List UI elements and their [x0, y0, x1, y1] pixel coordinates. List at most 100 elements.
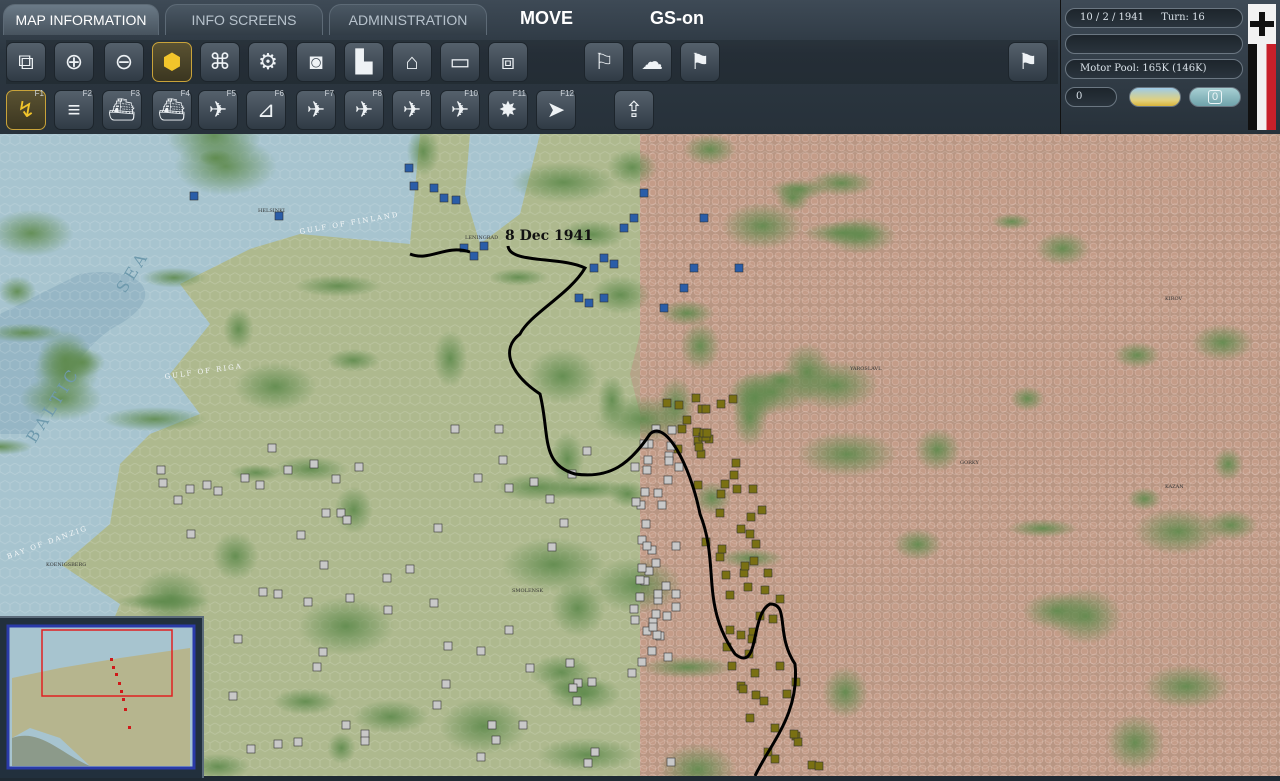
forest-patch [488, 268, 548, 286]
paradrop-button[interactable]: ✈ F9 [392, 89, 432, 130]
soviet-unit [738, 684, 748, 694]
finnish-unit [639, 188, 649, 198]
hex-grid-button[interactable]: ⬢ [152, 42, 192, 82]
air-transfer-icon: ✈ [450, 97, 470, 122]
german-unit [671, 589, 681, 599]
soviet-unit [775, 661, 785, 671]
air-transfer-button[interactable]: ✈ F10 [440, 89, 480, 130]
german-unit [258, 587, 268, 597]
move-mode-label: MOVE [520, 8, 574, 28]
naval-invasion-icon: ⛴ [158, 97, 186, 122]
hotkey-label: F3 [130, 89, 140, 98]
zoom-in-icon: ⊕ [64, 49, 84, 74]
air-recon-button[interactable]: ✈ F5 [198, 89, 238, 130]
naval-transport-icon: ⛴ [108, 97, 136, 122]
hotkey-label: F12 [560, 89, 574, 98]
upload-button[interactable]: ⇪ [614, 90, 654, 130]
unit-display-button[interactable]: ⌘ [200, 42, 240, 82]
city-label-kazan: KAZAN [1165, 484, 1184, 490]
soviet-unit [736, 630, 746, 640]
next-unit-button[interactable]: ➤ F12 [536, 89, 576, 130]
settings-gear-button[interactable]: ⚙ [248, 42, 288, 82]
german-unit [331, 474, 341, 484]
city-label-koenigsberg: KOENIGSBERG [46, 562, 86, 568]
zoom-in-button[interactable]: ⊕ [54, 42, 94, 82]
blank-box-button[interactable]: ▭ [440, 42, 480, 82]
soviet-unit [760, 585, 770, 595]
ground-attack-button[interactable]: ✈ F8 [344, 89, 384, 130]
turn-text: Turn: 16 [1161, 12, 1205, 23]
factory-button[interactable]: ⌂ [392, 42, 432, 82]
forest-patch [893, 528, 943, 561]
soviet-unit [727, 661, 737, 671]
german-unit [653, 589, 663, 599]
bomb-button[interactable]: ✸ F11 [488, 89, 528, 130]
ground-move-button[interactable]: ↯ F1 [6, 89, 46, 130]
forest-patch [352, 700, 429, 734]
hotkey-label: F11 [512, 89, 526, 98]
surrender-flags-icon: ⚑ [1018, 49, 1038, 74]
city-label-gorky: GORKY [960, 460, 979, 466]
soviet-unit [702, 428, 712, 438]
hotkey-label: F2 [82, 89, 92, 98]
rail-move-icon: ≡ [67, 97, 81, 122]
forest-patch [527, 348, 599, 405]
forest-patch [294, 275, 382, 297]
finnish-unit [479, 241, 489, 251]
soviet-unit [677, 424, 687, 434]
forest-patch [223, 308, 254, 351]
tab-map-information[interactable]: MAP INFORMATION [3, 4, 159, 35]
german-unit [240, 473, 250, 483]
unit-circle-button[interactable]: ◙ [296, 42, 336, 82]
german-unit [667, 425, 677, 435]
german-unit [202, 480, 212, 490]
german-unit [487, 720, 497, 730]
soviet-unit [729, 470, 739, 480]
forest-patch [781, 343, 833, 401]
mini-map[interactable] [0, 616, 204, 778]
tab-administration[interactable]: ADMINISTRATION [329, 4, 487, 35]
overlay-button[interactable]: ⧉ [6, 42, 46, 82]
weather-indicator[interactable] [1129, 87, 1181, 107]
german-unit [657, 500, 667, 510]
flag-arrow-button[interactable]: ⚐ [584, 42, 624, 82]
german-unit [186, 529, 196, 539]
artillery-button[interactable]: ⊿ F6 [246, 89, 286, 130]
flag-outline-icon: ⚑ [690, 49, 710, 74]
flag-outline-button[interactable]: ⚑ [680, 42, 720, 82]
hotkey-label: F7 [324, 89, 334, 98]
finnish-unit [689, 263, 699, 273]
next-unit-icon: ➤ [546, 97, 566, 122]
weather-button[interactable]: ☁ [632, 42, 672, 82]
forest-patch [272, 688, 339, 715]
german-unit [185, 484, 195, 494]
finnish-unit [439, 193, 449, 203]
forest-patch [1034, 231, 1091, 266]
forest-patch [822, 666, 869, 719]
zoom-out-button[interactable]: ⊖ [104, 42, 144, 82]
tab-info-screens[interactable]: INFO SCREENS [165, 4, 323, 35]
supply-button[interactable]: ▙ [344, 42, 384, 82]
soviet-unit [789, 729, 799, 739]
german-unit [246, 744, 256, 754]
forest-patch [212, 531, 259, 581]
naval-transport-button[interactable]: ⛴ F3 [102, 89, 142, 130]
german-unit [494, 424, 504, 434]
rail-move-button[interactable]: ≡ F2 [54, 89, 94, 130]
german-unit [429, 598, 439, 608]
soviet-unit [725, 625, 735, 635]
naval-invasion-button[interactable]: ⛴ F4 [152, 89, 192, 130]
surrender-flags-button[interactable]: ⚑ [1008, 42, 1048, 82]
status-panel: 10 / 2 / 1941 Turn: 16 Motor Pool: 165K … [1060, 0, 1280, 135]
soviet-unit [782, 689, 792, 699]
german-unit [341, 720, 351, 730]
finnish-unit [599, 293, 609, 303]
german-unit [441, 679, 451, 689]
forest-patch [682, 134, 737, 166]
blank-box-icon: ▭ [449, 49, 471, 74]
air-interdiction-button[interactable]: ✈ F7 [296, 89, 336, 130]
unit-stack-button[interactable]: ⧈ [488, 42, 528, 82]
city-label-smolensk: SMOLENSK [512, 588, 543, 594]
weather-counter[interactable]: 0 [1189, 87, 1241, 107]
finnish-unit [429, 183, 439, 193]
